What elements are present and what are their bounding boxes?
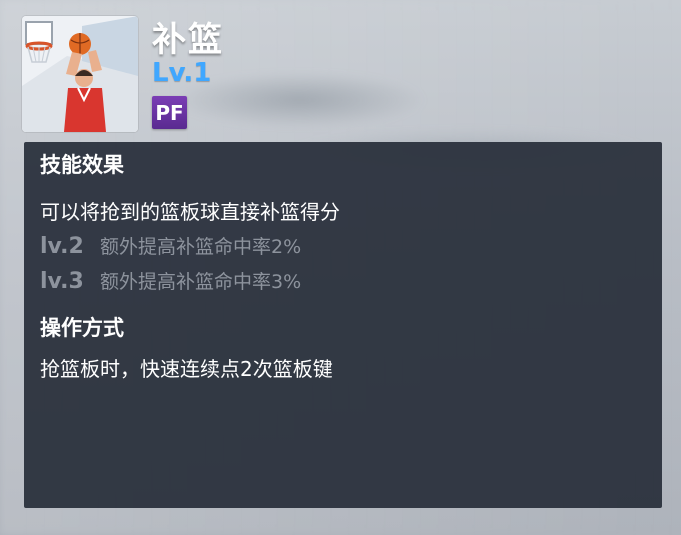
upgrade-tag: lv.3 — [40, 269, 84, 294]
skill-header: 补篮 Lv.1 PF — [22, 14, 662, 134]
skill-detail-panel: 技能效果 可以将抢到的篮板球直接补篮得分 lv.2 额外提高补篮命中率2% lv… — [24, 142, 662, 508]
upgrade-text: 额外提高补篮命中率3% — [100, 271, 302, 293]
upgrade-tag: lv.2 — [40, 234, 84, 259]
effect-description: 可以将抢到的篮板球直接补篮得分 — [40, 200, 340, 224]
position-badge: PF — [152, 96, 187, 129]
upgrade-row-lv3: lv.3 额外提高补篮命中率3% — [40, 267, 301, 294]
basketball-player-icon — [22, 16, 138, 132]
upgrade-text: 额外提高补篮命中率2% — [100, 236, 302, 258]
effect-heading: 技能效果 — [40, 153, 124, 177]
skill-level: Lv.1 — [152, 58, 212, 88]
operation-description: 抢篮板时，快速连续点2次篮板键 — [40, 357, 333, 381]
upgrade-row-lv2: lv.2 额外提高补篮命中率2% — [40, 232, 301, 259]
skill-name: 补篮 — [152, 20, 224, 60]
operation-heading: 操作方式 — [40, 316, 124, 340]
